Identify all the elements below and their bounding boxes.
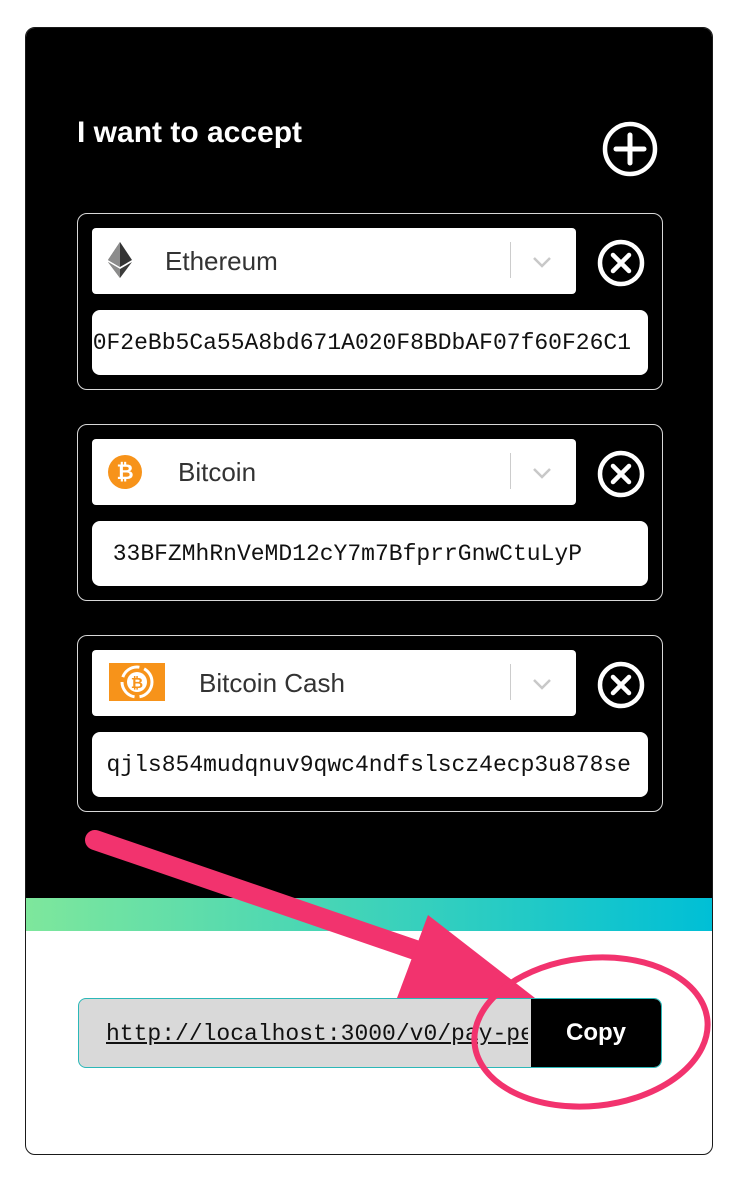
address-value: 0x00F2eBb5Ca55A8bd671A020F8BDbAF07f60F26… xyxy=(92,330,631,356)
ethereum-icon xyxy=(108,242,132,278)
chevron-down-icon xyxy=(533,679,551,690)
currency-name: Bitcoin xyxy=(178,457,257,487)
svg-text:₿: ₿ xyxy=(131,674,143,692)
currency-name: Ethereum xyxy=(165,246,278,276)
chevron-down-icon xyxy=(533,468,551,479)
bitcoin-icon: ₿ xyxy=(108,455,142,489)
address-input[interactable]: 0x00F2eBb5Ca55A8bd671A020F8BDbAF07f60F26… xyxy=(92,310,648,375)
address-value: 33BFZMhRnVeMD12cY7m7BfprrGnwCtuLyP xyxy=(112,541,582,567)
currency-select[interactable]: ₿ Bitcoin Cash xyxy=(92,650,576,716)
select-divider xyxy=(510,242,511,278)
panel-title: I want to accept xyxy=(77,116,303,149)
address-input[interactable]: 33BFZMhRnVeMD12cY7m7BfprrGnwCtuLyP xyxy=(92,521,648,586)
copy-button[interactable]: Copy xyxy=(531,999,661,1067)
currency-row-bitcoin: ₿ Bitcoin 33BFZMhRnVeMD12cY7m7BfprrGnwCt… xyxy=(77,424,663,601)
currency-name: Bitcoin Cash xyxy=(199,668,345,698)
currency-select[interactable]: Ethereum xyxy=(92,228,576,294)
share-url-link[interactable]: http://localhost:3000/v0/pay-pe xyxy=(106,1021,528,1047)
remove-currency-button[interactable] xyxy=(596,238,646,288)
chevron-down-icon xyxy=(533,257,551,268)
remove-currency-button[interactable] xyxy=(596,660,646,710)
currency-row-bitcoin-cash: ₿ Bitcoin Cash qjls854mudqnuv9qwc4ndfsls… xyxy=(77,635,663,812)
remove-currency-button[interactable] xyxy=(596,449,646,499)
share-url-field[interactable]: http://localhost:3000/v0/pay-pe Copy xyxy=(78,998,662,1068)
bitcoin-cash-icon: ₿ xyxy=(109,663,165,701)
svg-text:₿: ₿ xyxy=(116,460,133,484)
gradient-bar xyxy=(26,898,712,931)
select-divider xyxy=(510,664,511,700)
add-currency-button[interactable] xyxy=(602,121,658,177)
payment-config-card: I want to accept Ethereum 0x00F2eBb5Ca55… xyxy=(25,27,713,1155)
currency-row-ethereum: Ethereum 0x00F2eBb5Ca55A8bd671A020F8BDbA… xyxy=(77,213,663,390)
select-divider xyxy=(510,453,511,489)
address-input[interactable]: qjls854mudqnuv9qwc4ndfslscz4ecp3u878se xyxy=(92,732,648,797)
address-value: qjls854mudqnuv9qwc4ndfslscz4ecp3u878se xyxy=(106,752,632,778)
accept-panel: I want to accept Ethereum 0x00F2eBb5Ca55… xyxy=(26,28,712,898)
currency-select[interactable]: ₿ Bitcoin xyxy=(92,439,576,505)
